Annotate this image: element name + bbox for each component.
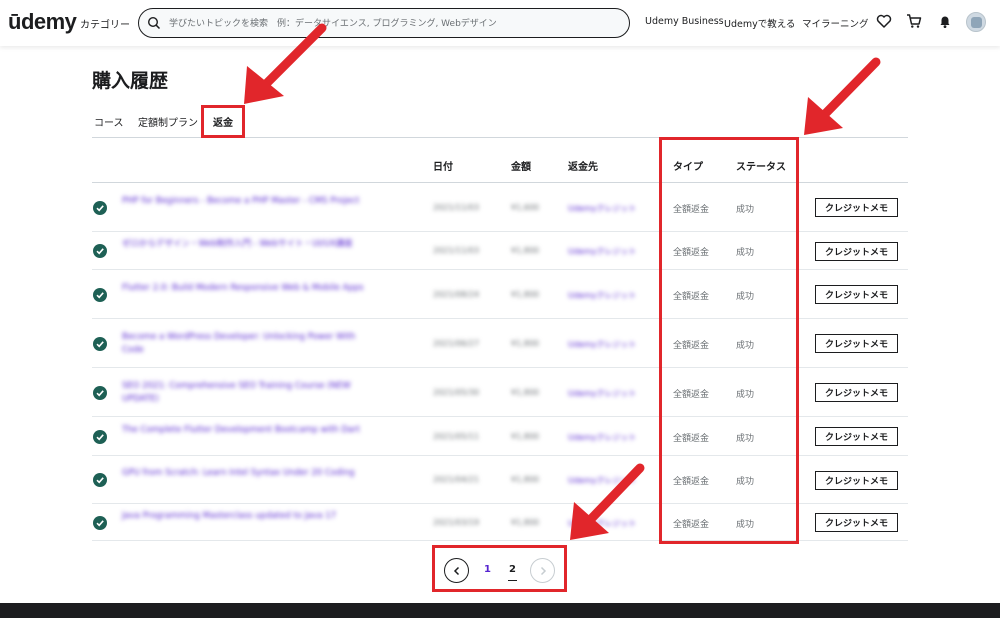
course-title-link[interactable]: ゼロからデザイン・Web制作入門 - Webサイト・UI/UX講座	[122, 238, 367, 251]
refund-date: 2021/04/21	[433, 475, 480, 484]
success-check-icon	[93, 287, 107, 302]
column-refund-to: 返金先	[568, 162, 598, 173]
refund-amount: ¥1,800	[511, 289, 539, 299]
refund-date: 2021/11/03	[433, 246, 480, 255]
teach-on-udemy-link[interactable]: Udemyで教える	[724, 16, 795, 30]
tab-courses[interactable]: コース	[94, 114, 124, 129]
avatar[interactable]	[966, 12, 986, 32]
logo-text: ūdemy	[8, 9, 77, 34]
refund-amount: ¥1,800	[511, 338, 539, 348]
refund-date: 2021/06/27	[433, 338, 480, 348]
udemy-logo[interactable]: ūdemy	[8, 9, 77, 35]
success-check-icon	[93, 200, 107, 215]
refund-destination: Udemyクレジット	[568, 432, 637, 442]
course-title-link[interactable]: GPU from Scratch: Learn Intel Syntax Und…	[122, 467, 367, 480]
credit-memo-button[interactable]: クレジットメモ	[815, 241, 898, 261]
column-amount: 金額	[511, 162, 531, 173]
credit-memo-button[interactable]: クレジットメモ	[815, 285, 898, 304]
refund-destination: Udemyクレジット	[568, 476, 637, 485]
refund-tab-highlight	[201, 105, 245, 138]
refund-destination: Udemyクレジット	[568, 388, 637, 398]
refund-destination: Udemyクレジット	[568, 203, 637, 213]
refund-destination: Udemyクレジット	[568, 518, 637, 528]
udemy-business-link[interactable]: Udemy Business	[645, 16, 724, 27]
refund-date: 2021/03/19	[433, 517, 480, 527]
success-check-icon	[93, 473, 107, 487]
credit-memo-button[interactable]: クレジットメモ	[815, 198, 898, 217]
arrow-head-refund-tab	[244, 66, 284, 104]
search-icon[interactable]	[147, 16, 161, 30]
bell-icon[interactable]	[937, 13, 953, 29]
course-title-link[interactable]: Become a WordPress Developer: Unlocking …	[122, 331, 367, 357]
refund-amount: ¥1,800	[511, 387, 539, 397]
credit-memo-button[interactable]: クレジットメモ	[815, 513, 898, 532]
cart-icon[interactable]	[906, 13, 922, 29]
search-input[interactable]	[169, 15, 619, 32]
my-learning-link[interactable]: マイラーニング	[802, 16, 869, 30]
credit-memo-button[interactable]: クレジットメモ	[815, 470, 898, 490]
top-header: ūdemy カテゴリー Udemy Business Udemyで教える マイラ…	[0, 0, 1000, 46]
refund-destination: Udemyクレジット	[568, 290, 637, 300]
refund-date: 2021/05/11	[433, 431, 480, 441]
success-check-icon	[93, 515, 107, 530]
success-check-icon	[93, 385, 107, 400]
column-date: 日付	[433, 162, 453, 173]
heart-icon[interactable]	[876, 13, 892, 29]
refund-date: 2021/05/30	[433, 387, 480, 397]
credit-memo-button[interactable]: クレジットメモ	[815, 383, 898, 402]
refund-date: 2021/08/24	[433, 289, 480, 299]
course-title-link[interactable]: SEO 2021: Comprehensive SEO Training Cou…	[122, 380, 367, 406]
refund-date: 2021/11/03	[433, 202, 480, 212]
course-title-link[interactable]: PHP for Beginners - Become a PHP Master …	[122, 195, 367, 208]
arrow-to-status	[821, 57, 881, 118]
categories-link[interactable]: カテゴリー	[80, 16, 130, 31]
refund-amount: ¥1,800	[511, 246, 539, 255]
page-title: 購入履歴	[92, 70, 169, 92]
footer-bar	[0, 603, 1000, 618]
credit-memo-button[interactable]: クレジットメモ	[815, 427, 898, 446]
type-status-highlight	[659, 137, 799, 544]
success-check-icon	[93, 429, 107, 444]
credit-memo-button[interactable]: クレジットメモ	[815, 334, 898, 353]
refund-destination: Udemyクレジット	[568, 247, 637, 256]
refund-destination: Udemyクレジット	[568, 339, 637, 349]
success-check-icon	[93, 244, 107, 258]
tab-subscriptions[interactable]: 定額制プラン	[138, 114, 198, 129]
course-title-link[interactable]: The Complete Flutter Development Bootcam…	[122, 424, 367, 437]
course-title-link[interactable]: Flutter 2.0: Build Modern Responsive Web…	[122, 282, 367, 295]
search-bar[interactable]	[138, 8, 630, 38]
refund-amount: ¥1,800	[511, 475, 539, 484]
pagination-highlight	[432, 545, 567, 592]
refund-amount: ¥1,800	[511, 431, 539, 441]
refund-amount: ¥1,800	[511, 517, 539, 527]
refund-amount: ¥1,600	[511, 202, 539, 212]
course-title-link[interactable]: Java Programming Masterclass updated to …	[122, 510, 367, 523]
success-check-icon	[93, 336, 107, 351]
